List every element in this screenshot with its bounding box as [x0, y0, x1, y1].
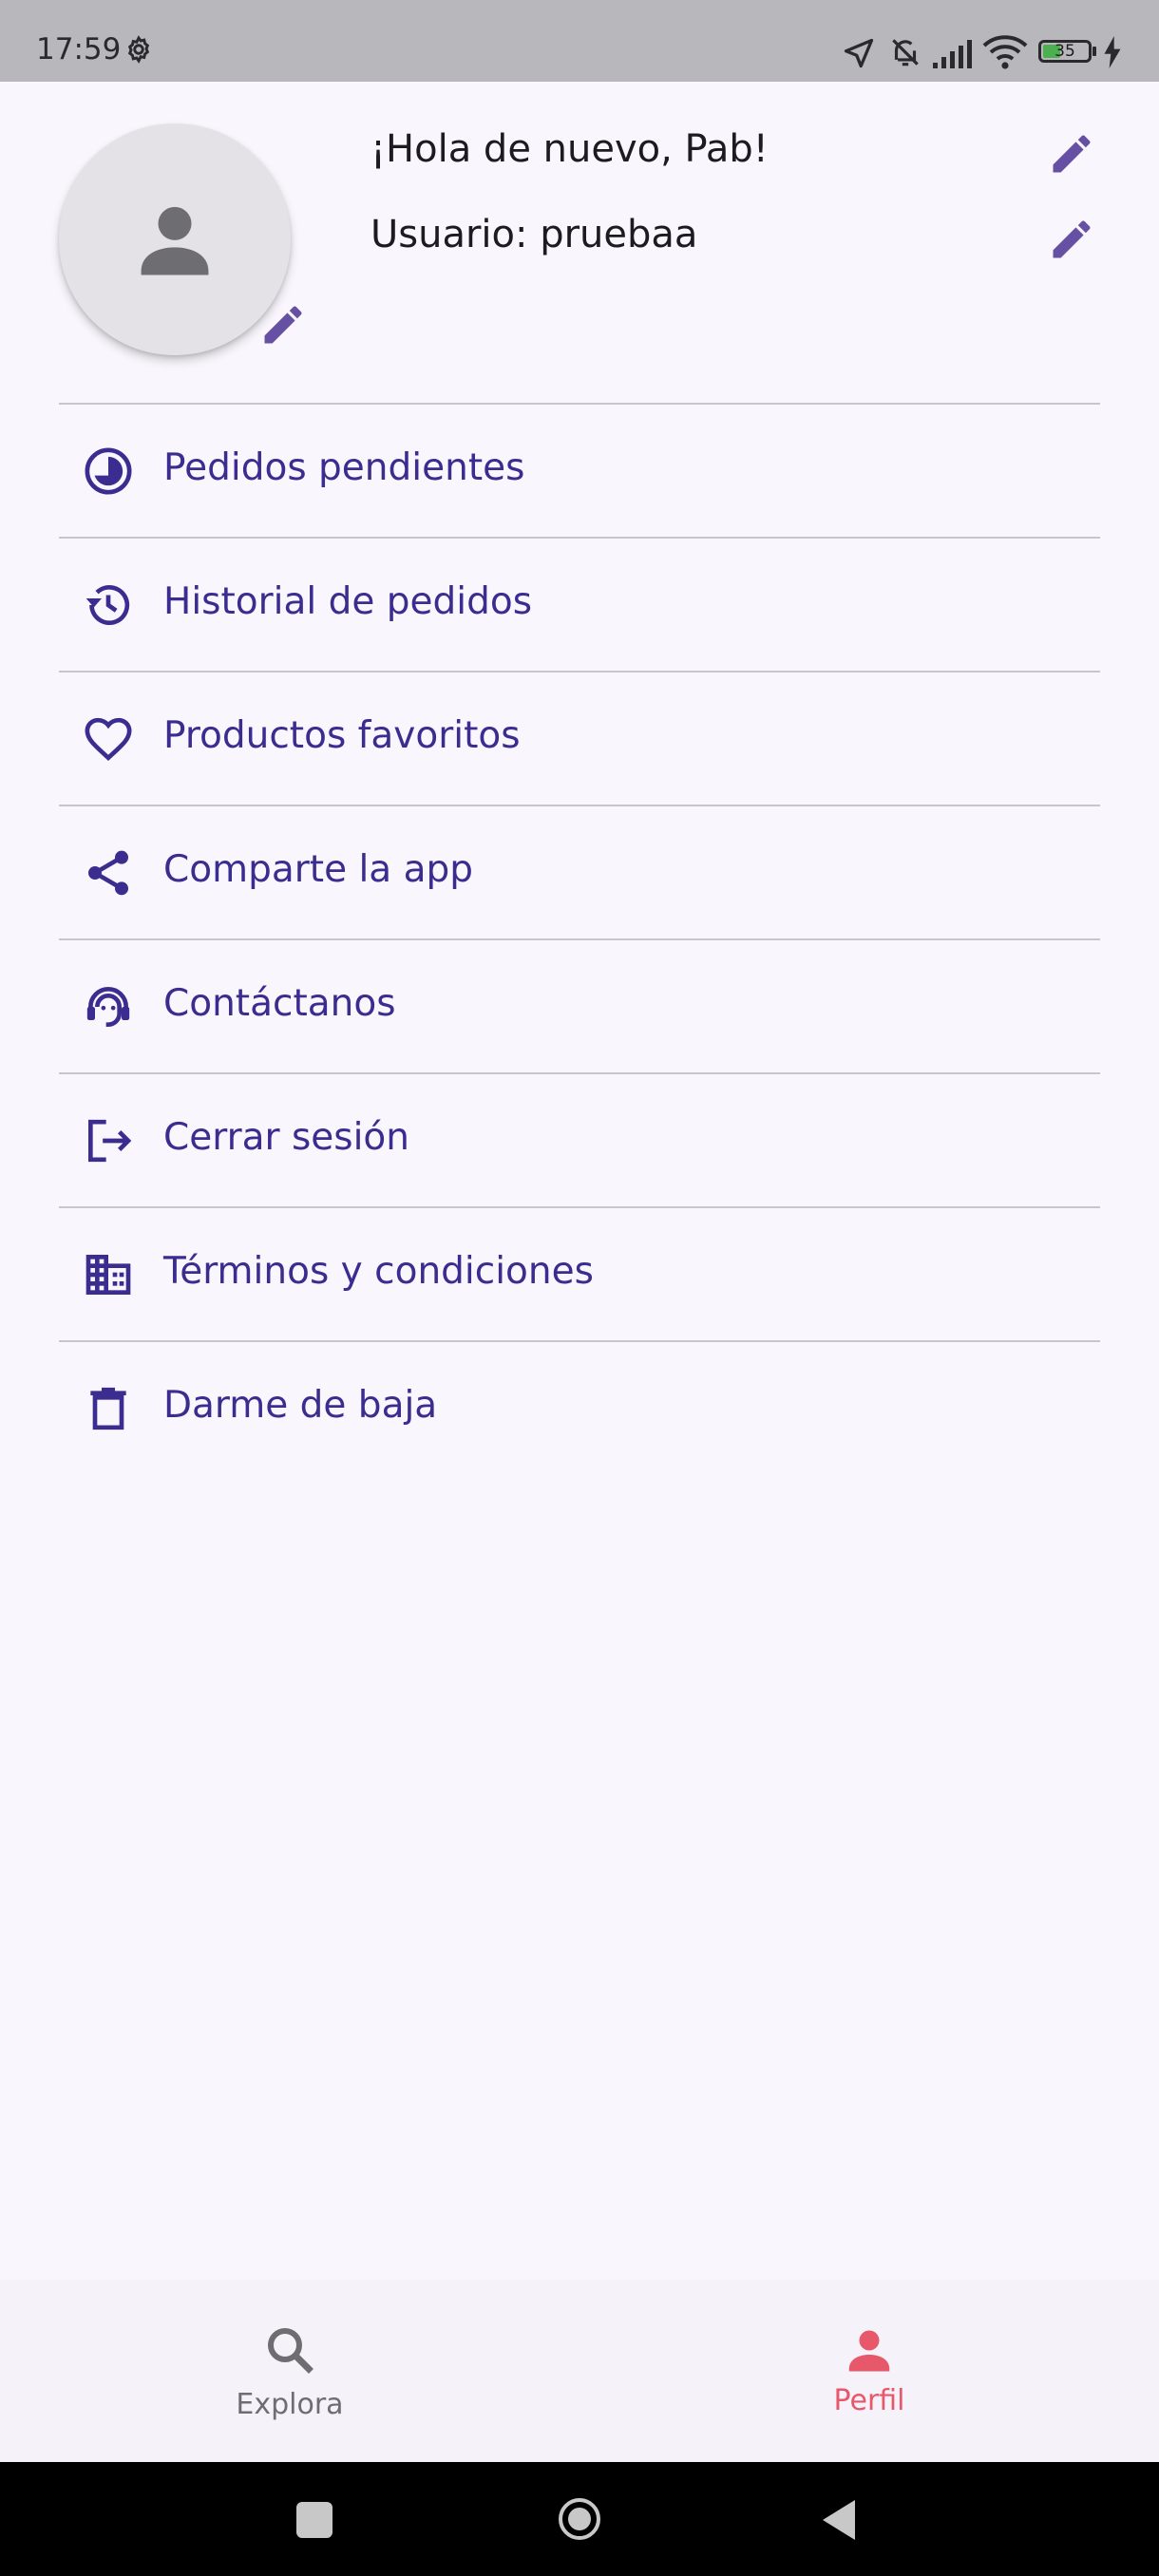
username-text: Usuario: pruebaa — [370, 213, 698, 256]
menu-item-pending-orders[interactable]: Pedidos pendientes — [59, 405, 1100, 537]
nav-label-profile: Perfil — [833, 2384, 905, 2417]
menu-item-label: Darme de baja — [163, 1384, 438, 1427]
menu-item-contact-us[interactable]: Contáctanos — [59, 940, 1100, 1072]
location-arrow-icon — [844, 38, 874, 68]
menu-item-favorite-products[interactable]: Productos favoritos — [59, 672, 1100, 805]
history-icon — [86, 585, 130, 625]
menu-item-label: Historial de pedidos — [163, 580, 533, 623]
edit-avatar-button[interactable] — [256, 298, 310, 351]
menu-item-terms[interactable]: Términos y condiciones — [59, 1208, 1100, 1340]
building-icon — [86, 1255, 131, 1295]
nav-tab-explore[interactable]: Explora — [0, 2280, 580, 2462]
profile-menu: Pedidos pendientes Historial de pedidos … — [59, 403, 1100, 1474]
greeting-text: ¡Hola de nuevo, Pab! — [370, 127, 769, 171]
pencil-icon — [264, 306, 302, 344]
share-icon — [88, 850, 128, 896]
heart-icon — [85, 717, 132, 762]
nav-label-explore: Explora — [236, 2388, 344, 2421]
edit-username-button[interactable] — [1045, 213, 1098, 266]
back-triangle-icon — [823, 2500, 855, 2540]
pie-clock-icon — [85, 447, 132, 495]
nav-tab-profile[interactable]: Perfil — [580, 2280, 1159, 2462]
system-nav-bar — [0, 2462, 1159, 2576]
battery-level: 35 — [1054, 42, 1075, 61]
person-icon — [141, 206, 209, 275]
status-time: 17:59 — [36, 32, 122, 66]
home-circle-icon — [559, 2498, 600, 2540]
gear-icon — [127, 35, 150, 64]
search-icon — [268, 2328, 314, 2374]
pencil-icon — [1053, 135, 1091, 173]
signal-icon — [933, 40, 972, 68]
status-bar: 17:59 35 — [0, 0, 1159, 82]
edit-name-button[interactable] — [1045, 127, 1098, 180]
menu-item-label: Productos favoritos — [163, 714, 521, 757]
bell-off-icon — [892, 39, 919, 66]
trash-icon — [90, 1387, 126, 1430]
menu-item-label: Contáctanos — [163, 982, 396, 1025]
support-agent-icon — [86, 987, 130, 1027]
menu-item-order-history[interactable]: Historial de pedidos — [59, 539, 1100, 671]
person-icon — [848, 2330, 890, 2372]
menu-item-label: Términos y condiciones — [163, 1250, 594, 1293]
battery-icon: 35 — [1038, 40, 1092, 63]
pencil-icon — [1053, 220, 1091, 258]
recents-button[interactable] — [296, 2502, 332, 2538]
menu-item-label: Cerrar sesión — [163, 1116, 409, 1159]
menu-item-share-app[interactable]: Comparte la app — [59, 806, 1100, 938]
charging-bolt-icon — [1104, 36, 1121, 68]
battery-cap — [1092, 47, 1096, 56]
logout-icon — [88, 1119, 132, 1163]
home-button[interactable] — [557, 2496, 602, 2542]
menu-item-label: Comparte la app — [163, 848, 473, 891]
back-button[interactable] — [821, 2498, 859, 2542]
menu-item-unsubscribe[interactable]: Darme de baja — [59, 1342, 1100, 1474]
bottom-nav: Explora Perfil — [0, 2280, 1159, 2462]
menu-item-logout[interactable]: Cerrar sesión — [59, 1074, 1100, 1206]
menu-item-label: Pedidos pendientes — [163, 446, 525, 489]
wifi-icon — [982, 35, 1028, 69]
